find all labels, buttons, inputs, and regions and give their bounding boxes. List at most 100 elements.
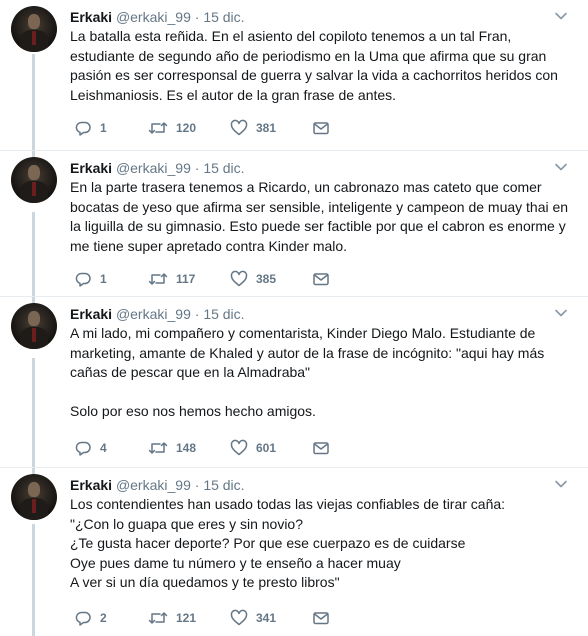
heart-icon bbox=[230, 119, 248, 136]
tweet-text: En la parte trasera tenemos a Ricardo, u… bbox=[70, 178, 580, 256]
tweet-text-line: bocatas de yeso que afirma ser sensible,… bbox=[70, 198, 569, 215]
direct-message-button[interactable] bbox=[312, 609, 330, 627]
like-button[interactable]: 381 bbox=[230, 119, 276, 137]
tweet-text-line: estudiante de segundo año de periodismo … bbox=[70, 47, 547, 64]
reply-button[interactable]: 1 bbox=[74, 119, 107, 137]
avatar[interactable] bbox=[11, 157, 57, 203]
tweet-text-line: La batalla esta reñida. En el asiento de… bbox=[70, 28, 512, 44]
direct-message-button[interactable] bbox=[312, 119, 330, 137]
retweet-icon bbox=[148, 612, 168, 624]
tweet-text-line: cañas de pescar que en la Almadraba" bbox=[70, 364, 311, 380]
like-button[interactable]: 601 bbox=[230, 439, 276, 457]
user-handle[interactable]: @erkaki_99 bbox=[116, 9, 191, 25]
reply-button[interactable]: 1 bbox=[74, 270, 107, 288]
retweet-button[interactable]: 117 bbox=[148, 270, 195, 288]
tweet-header: Erkaki @erkaki_99 · 15 dic. bbox=[70, 8, 245, 26]
tweet-thread: Erkaki @erkaki_99 · 15 dic. La batalla e… bbox=[0, 0, 588, 636]
user-handle[interactable]: @erkaki_99 bbox=[116, 477, 191, 493]
tweet-text-line: A ver si un día quedamos y te presto lib… bbox=[70, 574, 340, 590]
reply-count: 1 bbox=[100, 121, 107, 135]
separator-dot: · bbox=[194, 9, 200, 25]
tweet-header: Erkaki @erkaki_99 · 15 dic. bbox=[70, 159, 245, 177]
display-name[interactable]: Erkaki bbox=[70, 9, 112, 25]
tweet-text-line: "¿Con lo guapa que eres y sin novio? bbox=[70, 515, 304, 532]
retweet-button[interactable]: 120 bbox=[148, 119, 196, 137]
retweet-count: 121 bbox=[176, 611, 197, 625]
like-count: 381 bbox=[256, 121, 277, 135]
envelope-icon bbox=[313, 273, 329, 286]
tweet-date[interactable]: 15 dic. bbox=[203, 160, 244, 176]
reply-count: 4 bbox=[100, 441, 107, 455]
avatar[interactable] bbox=[11, 474, 57, 520]
tweet-date[interactable]: 15 dic. bbox=[203, 477, 244, 493]
direct-message-button[interactable] bbox=[312, 439, 330, 457]
tweet-header: Erkaki @erkaki_99 · 15 dic. bbox=[70, 305, 245, 323]
tweet-divider bbox=[0, 467, 588, 468]
user-handle[interactable]: @erkaki_99 bbox=[116, 306, 191, 322]
tweet-text-line: Leishmaniosis. Es el autor de la gran fr… bbox=[70, 86, 397, 103]
avatar[interactable] bbox=[11, 303, 57, 349]
reply-icon bbox=[75, 611, 91, 626]
tweet-text-blank-line bbox=[70, 383, 580, 403]
like-count: 601 bbox=[256, 441, 277, 455]
tweet-date[interactable]: 15 dic. bbox=[203, 306, 244, 322]
tweet-text: A mi lado, mi compañero y comentarista, … bbox=[70, 324, 580, 422]
separator-dot: · bbox=[194, 477, 200, 493]
reply-icon bbox=[75, 441, 91, 456]
reply-icon bbox=[75, 272, 91, 287]
tweet-divider bbox=[0, 150, 588, 151]
like-button[interactable]: 385 bbox=[230, 270, 276, 288]
chevron-down-icon[interactable] bbox=[554, 160, 568, 174]
user-handle[interactable]: @erkaki_99 bbox=[116, 160, 191, 176]
retweet-count: 117 bbox=[176, 272, 196, 286]
retweet-icon bbox=[148, 273, 168, 285]
tweet-date[interactable]: 15 dic. bbox=[203, 9, 244, 25]
chevron-down-icon[interactable] bbox=[554, 9, 568, 23]
tweet[interactable]: Erkaki @erkaki_99 · 15 dic. A mi lado, m… bbox=[0, 301, 588, 465]
envelope-icon bbox=[313, 122, 329, 135]
retweet-button[interactable]: 148 bbox=[148, 439, 196, 457]
tweet-text-line: A mi lado, mi compañero y comentarista, … bbox=[70, 325, 536, 341]
avatar[interactable] bbox=[11, 6, 57, 52]
display-name[interactable]: Erkaki bbox=[70, 306, 112, 322]
tweet-text-line: la liguilla de su gimnasio. Esto puede s… bbox=[70, 218, 566, 234]
tweet-text-line: ¿Te gusta hacer deporte? Por que ese cue… bbox=[70, 535, 466, 551]
tweet[interactable]: Erkaki @erkaki_99 · 15 dic. La batalla e… bbox=[0, 4, 588, 150]
tweet-text-line: Los contendientes han usado todas las vi… bbox=[70, 496, 506, 512]
separator-dot: · bbox=[194, 160, 200, 176]
retweet-icon bbox=[148, 122, 168, 134]
reply-icon bbox=[75, 121, 91, 136]
heart-icon bbox=[230, 609, 248, 626]
display-name[interactable]: Erkaki bbox=[70, 477, 112, 493]
tweet-text: La batalla esta reñida. En el asiento de… bbox=[70, 27, 580, 105]
tweet-text-line: marketing, amante de Khaled y autor de l… bbox=[70, 344, 545, 361]
envelope-icon bbox=[313, 442, 329, 455]
tweet-text-line: Solo por eso nos hemos hecho amigos. bbox=[70, 403, 316, 419]
tweet-text-line: Oye pues dame tu número y te enseño a ha… bbox=[70, 554, 401, 571]
tweet[interactable]: Erkaki @erkaki_99 · 15 dic. En la parte … bbox=[0, 155, 588, 295]
like-count: 385 bbox=[256, 272, 277, 286]
reply-button[interactable]: 4 bbox=[74, 439, 107, 457]
reply-button[interactable]: 2 bbox=[74, 609, 107, 627]
display-name[interactable]: Erkaki bbox=[70, 160, 112, 176]
tweet-text-line: pasión es ser corresponsal de guerra y s… bbox=[70, 67, 558, 83]
direct-message-button[interactable] bbox=[312, 270, 330, 288]
heart-icon bbox=[230, 439, 248, 456]
separator-dot: · bbox=[194, 306, 200, 322]
retweet-count: 120 bbox=[176, 121, 197, 135]
heart-icon bbox=[230, 270, 248, 287]
tweet-header: Erkaki @erkaki_99 · 15 dic. bbox=[70, 476, 245, 494]
tweet-text: Los contendientes han usado todas las vi… bbox=[70, 495, 580, 593]
tweet-text-line: me tiene super apretado contra Kinder ma… bbox=[70, 237, 348, 254]
chevron-down-icon[interactable] bbox=[554, 306, 568, 320]
retweet-button[interactable]: 121 bbox=[148, 609, 196, 627]
tweet-divider bbox=[0, 296, 588, 297]
chevron-down-icon[interactable] bbox=[554, 477, 568, 491]
like-button[interactable]: 341 bbox=[230, 609, 276, 627]
tweet[interactable]: Erkaki @erkaki_99 · 15 dic. Los contendi… bbox=[0, 472, 588, 636]
retweet-count: 148 bbox=[176, 441, 197, 455]
like-count: 341 bbox=[256, 611, 277, 625]
tweet-text-line: En la parte trasera tenemos a Ricardo, u… bbox=[70, 179, 542, 195]
reply-count: 2 bbox=[100, 611, 107, 625]
retweet-icon bbox=[148, 442, 168, 454]
